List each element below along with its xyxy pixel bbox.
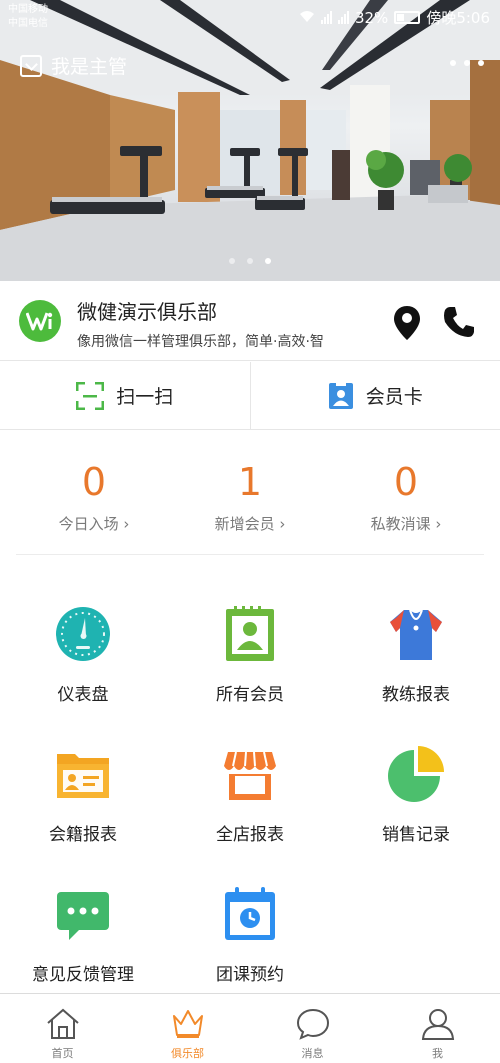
- stat-private-lessons[interactable]: 0 私教消课: [328, 431, 484, 534]
- status-indicators: 32% 傍晚5:06: [299, 7, 490, 28]
- tab-label: 首页: [51, 1047, 74, 1060]
- wifi-icon: [299, 9, 315, 27]
- club-logo: [19, 300, 61, 342]
- carrier-2: 中国电信: [8, 18, 48, 29]
- status-bar: 中国移动 中国电信 32% 傍晚5:06: [0, 0, 500, 34]
- club-slogan: 像用微信一样管理俱乐部，简单·高效·智: [77, 334, 324, 350]
- stat-label: 新增会员: [172, 513, 328, 534]
- feature-membership-report[interactable]: 会籍报表: [0, 696, 166, 845]
- more-menu-button[interactable]: [450, 60, 484, 66]
- coach-shirt-icon: [390, 609, 442, 660]
- dashboard-icon: [56, 607, 110, 661]
- club-name: 微健演示俱乐部: [77, 300, 217, 324]
- feature-dashboard[interactable]: 仪表盘: [0, 556, 166, 705]
- feature-all-members[interactable]: 所有会员: [167, 556, 333, 705]
- scan-icon: [76, 381, 105, 410]
- tab-label: 我: [432, 1047, 443, 1060]
- carousel-dots[interactable]: [0, 258, 500, 264]
- signal-2-icon: [337, 11, 349, 24]
- feature-label: 团课预约: [216, 965, 284, 985]
- carrier-1: 中国移动: [8, 4, 48, 15]
- feature-group-class-booking[interactable]: 团课预约: [167, 836, 333, 985]
- carousel-dot[interactable]: [247, 258, 253, 264]
- stat-today-entries[interactable]: 0 今日入场: [16, 431, 172, 534]
- logo-w-icon: [26, 312, 53, 331]
- tab-me[interactable]: 我: [375, 994, 500, 1063]
- more-dot-icon: [478, 60, 484, 66]
- phone-icon: [444, 307, 474, 337]
- feature-store-report[interactable]: 全店报表: [167, 696, 333, 845]
- member-card-icon: [328, 382, 353, 409]
- message-icon: [296, 1008, 329, 1040]
- gym-photo: [0, 0, 500, 281]
- folder-card-icon: [57, 754, 109, 798]
- stat-value: 1: [237, 460, 263, 504]
- members-icon: [226, 606, 274, 661]
- top-nav: 我是主管: [0, 50, 500, 80]
- member-card-button[interactable]: 会员卡: [249, 362, 500, 429]
- bottom-tab-bar: 首页 俱乐部 消息 我: [0, 993, 500, 1063]
- store-icon: [224, 751, 276, 800]
- quick-actions: 扫一扫 会员卡: [0, 362, 500, 430]
- carousel-dot[interactable]: [229, 258, 235, 264]
- crown-icon: [172, 1010, 203, 1038]
- tab-messages[interactable]: 消息: [250, 994, 375, 1063]
- carousel-dot[interactable]: [265, 258, 271, 264]
- stat-value: 0: [393, 460, 419, 504]
- phone-button[interactable]: [442, 305, 476, 339]
- feature-coach-report[interactable]: 教练报表: [333, 556, 499, 705]
- chat-bubble-icon: [57, 892, 109, 940]
- scan-label: 扫一扫: [116, 386, 174, 408]
- scan-button[interactable]: 扫一扫: [0, 362, 250, 429]
- stat-new-members[interactable]: 1 新增会员: [172, 431, 328, 534]
- signal-icon: [320, 11, 332, 24]
- member-card-label: 会员卡: [365, 386, 423, 408]
- battery-icon: [394, 11, 421, 24]
- stat-label: 今日入场: [16, 513, 172, 534]
- battery-percent: 32%: [354, 8, 389, 27]
- pie-chart-icon: [388, 746, 444, 802]
- tab-home[interactable]: 首页: [0, 994, 125, 1063]
- location-button[interactable]: [392, 305, 422, 341]
- clock-time: 傍晚5:06: [426, 9, 490, 27]
- home-icon: [46, 1008, 79, 1039]
- stat-value: 0: [81, 460, 107, 504]
- more-dot-icon: [450, 60, 456, 66]
- more-dot-icon: [464, 60, 470, 66]
- feature-sales-records[interactable]: 销售记录: [333, 696, 499, 845]
- user-icon: [421, 1009, 454, 1040]
- manager-switch-button[interactable]: 我是主管: [20, 52, 127, 79]
- feature-label: 销售记录: [382, 825, 450, 845]
- calendar-icon: [225, 887, 275, 940]
- hero-banner[interactable]: 中国移动 中国电信 32% 傍晚5:06 我是主管: [0, 0, 500, 281]
- tab-label: 俱乐部: [171, 1047, 204, 1060]
- manager-label: 我是主管: [51, 56, 128, 78]
- club-info[interactable]: 微健演示俱乐部 像用微信一样管理俱乐部，简单·高效·智: [0, 281, 500, 361]
- feature-feedback[interactable]: 意见反馈管理: [0, 836, 166, 985]
- stat-label: 私教消课: [328, 513, 484, 534]
- stats-panel: 0 今日入场 1 新增会员 0 私教消课: [16, 431, 484, 555]
- feature-label: 意见反馈管理: [32, 965, 134, 985]
- location-pin-icon: [394, 306, 420, 340]
- tab-club[interactable]: 俱乐部: [125, 994, 250, 1063]
- tab-label: 消息: [301, 1047, 324, 1060]
- checkbox-icon: [20, 54, 42, 77]
- carrier-info: 中国移动 中国电信: [8, 3, 48, 31]
